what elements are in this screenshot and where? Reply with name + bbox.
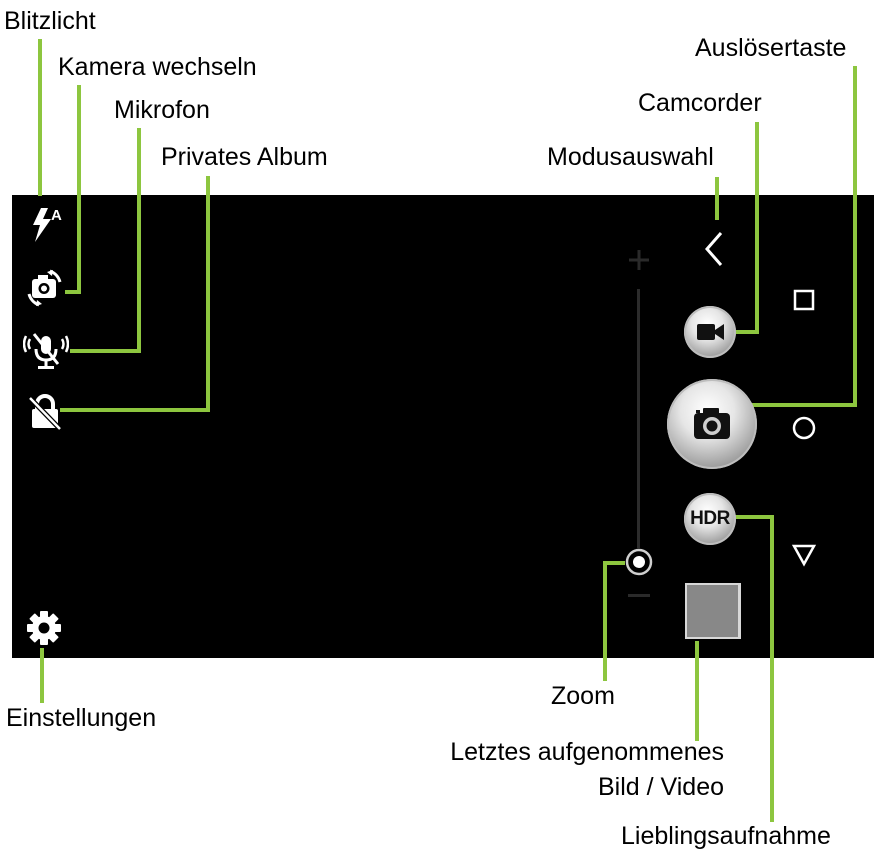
label-zoom: Zoom — [551, 682, 615, 710]
leader-lieblingsaufnahme-h — [734, 515, 774, 519]
video-camera-icon — [697, 324, 724, 340]
chevron-left-icon — [705, 232, 723, 266]
settings-button[interactable] — [25, 609, 63, 647]
leader-blitzlicht — [38, 39, 42, 196]
leader-privates-album-v — [206, 176, 210, 412]
plus-icon — [629, 250, 649, 270]
leader-camcorder-h — [732, 330, 759, 334]
hdr-button[interactable]: HDR — [684, 493, 736, 545]
camera-icon — [694, 408, 730, 439]
leader-lieblingsaufnahme-v — [770, 515, 774, 822]
gear-icon — [27, 611, 61, 645]
label-modusauswahl: Modusauswahl — [547, 143, 714, 171]
leader-kamera-wechseln-v — [77, 85, 81, 293]
back-button[interactable] — [791, 543, 817, 567]
switch-camera-button[interactable] — [25, 268, 65, 308]
leader-letztes — [695, 641, 699, 741]
leader-zoom-h — [603, 561, 625, 565]
microphone-button[interactable] — [22, 330, 70, 372]
leader-camcorder-v — [755, 122, 759, 334]
lock-off-icon — [28, 394, 62, 431]
camcorder-button[interactable] — [684, 306, 736, 358]
switch-camera-icon — [27, 269, 62, 307]
label-letztes-line2: Bild / Video — [597, 773, 724, 801]
label-privates-album: Privates Album — [161, 143, 328, 171]
leader-mikrofon-h — [70, 349, 141, 353]
zoom-track[interactable] — [637, 289, 640, 548]
triangle-down-icon — [791, 544, 817, 567]
leader-ausloesertaste-h — [746, 403, 857, 407]
recent-apps-button[interactable] — [793, 289, 815, 311]
leader-einstellungen — [40, 648, 44, 703]
leader-mikrofon-v — [137, 128, 141, 353]
label-blitzlicht: Blitzlicht — [4, 7, 96, 35]
hdr-label: HDR — [690, 508, 730, 529]
flash-mode-label: A — [51, 207, 62, 224]
label-ausloesertaste: Auslösertaste — [695, 34, 847, 62]
label-einstellungen: Einstellungen — [6, 704, 157, 732]
zoom-handle-icon — [625, 548, 653, 576]
shutter-button[interactable] — [667, 379, 757, 469]
leader-privates-album-h — [60, 408, 210, 412]
label-lieblingsaufnahme: Lieblingsaufnahme — [621, 822, 831, 850]
microphone-muted-icon — [22, 333, 70, 369]
label-mikrofon: Mikrofon — [114, 96, 210, 124]
leader-ausloesertaste-v — [853, 66, 857, 407]
label-letztes-line1: Letztes aufgenommenes — [450, 738, 724, 766]
mode-select-button[interactable] — [701, 229, 727, 269]
flash-auto-button[interactable]: A — [26, 205, 66, 245]
leader-zoom-v — [603, 561, 607, 681]
last-capture-thumbnail[interactable] — [687, 585, 738, 637]
home-button[interactable] — [791, 415, 817, 441]
private-album-button[interactable] — [27, 393, 63, 431]
circle-icon — [792, 416, 816, 440]
leader-modusauswahl — [715, 177, 719, 220]
label-kamera-wechseln: Kamera wechseln — [58, 53, 257, 81]
zoom-slider-handle[interactable] — [625, 548, 653, 576]
zoom-out-icon[interactable] — [628, 594, 650, 597]
label-camcorder: Camcorder — [638, 89, 762, 117]
leader-kamera-wechseln-h — [65, 290, 81, 294]
square-icon — [793, 289, 815, 311]
zoom-in-icon[interactable] — [626, 247, 652, 273]
